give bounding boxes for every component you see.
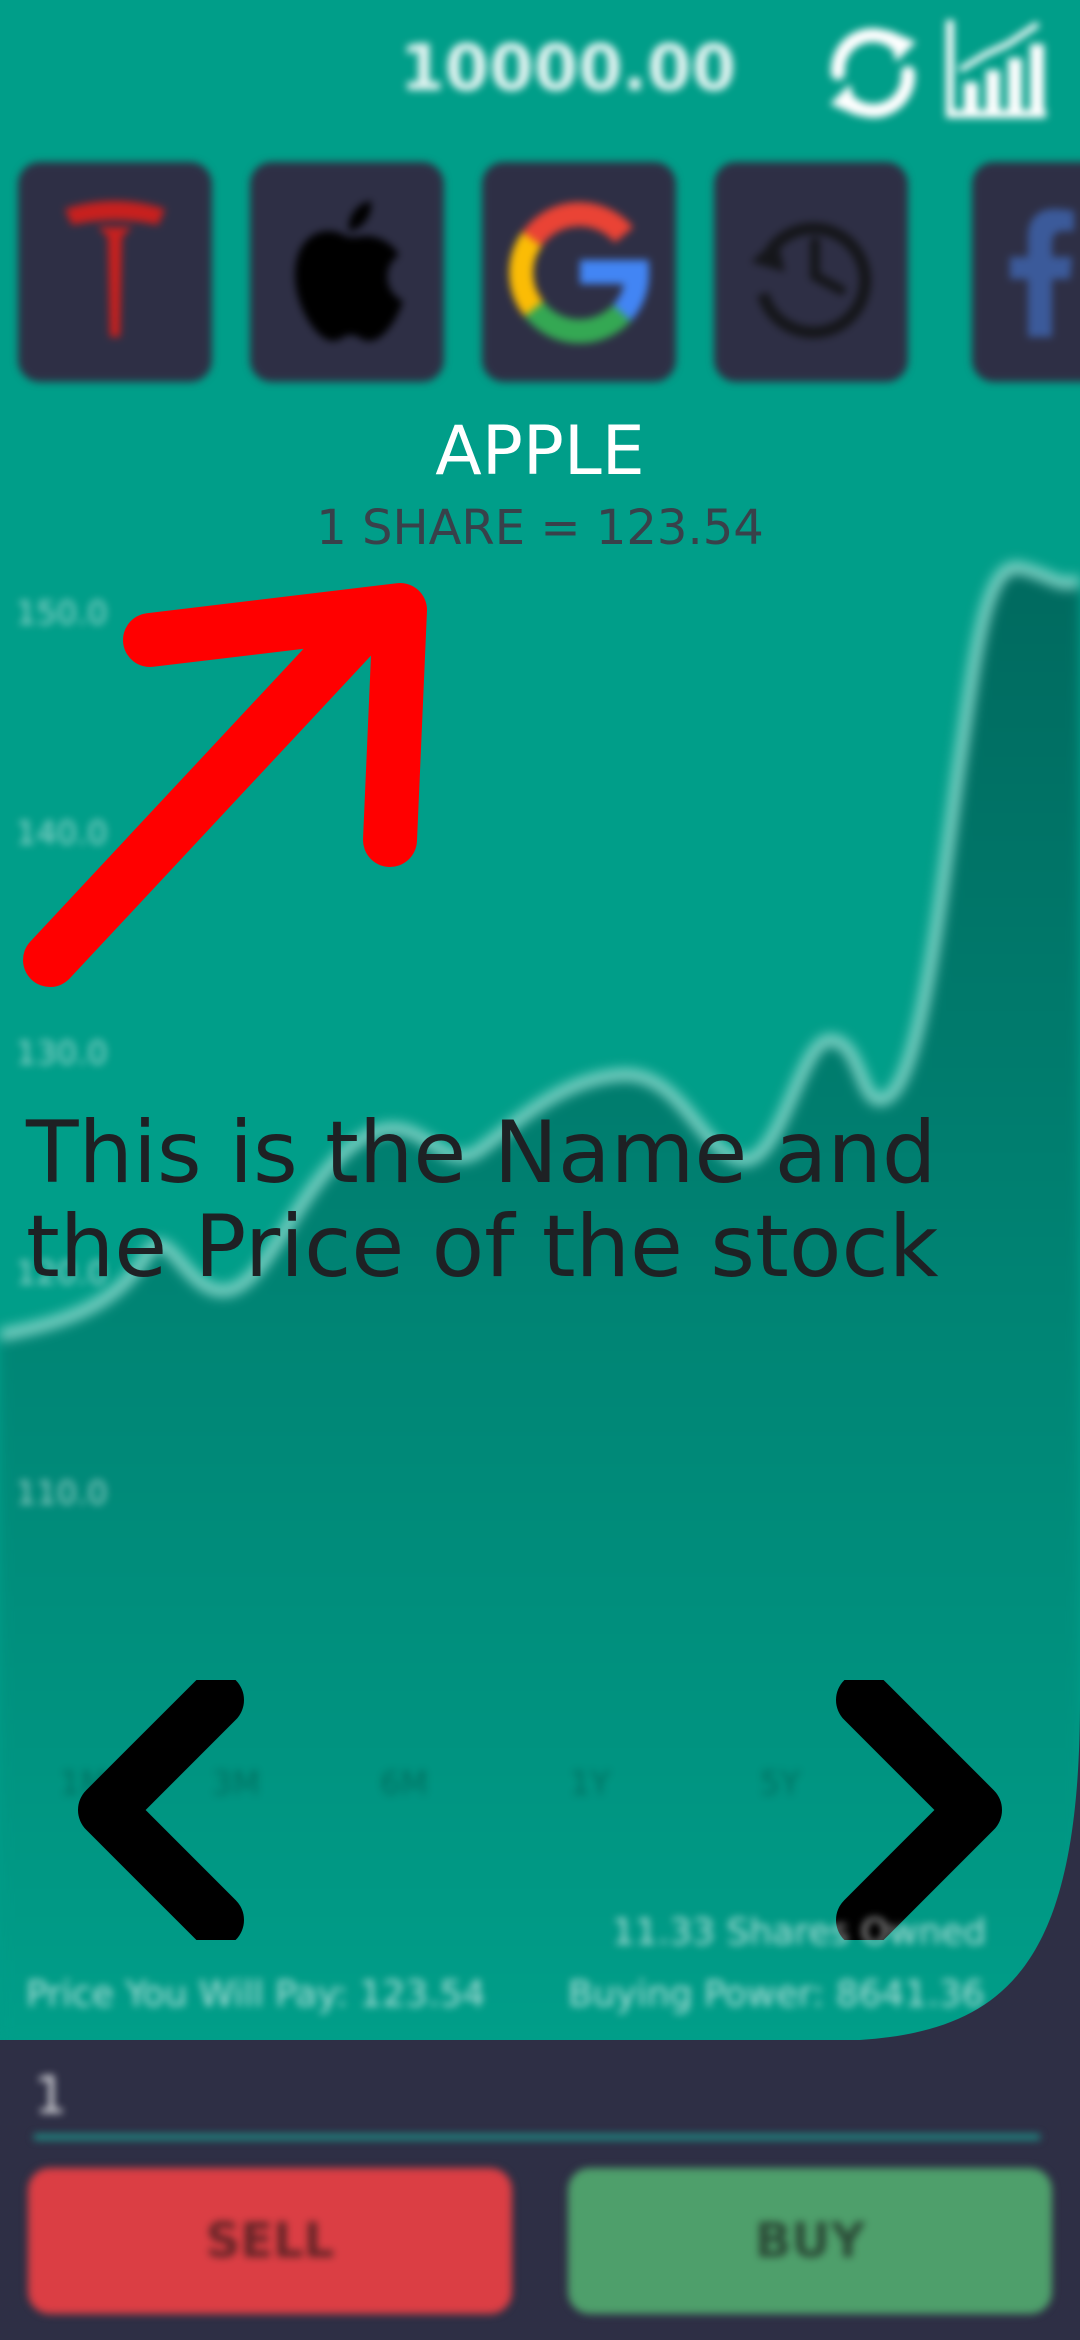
tutorial-annotation: This is the Name and the Price of the st… <box>26 1103 939 1297</box>
sell-button[interactable]: SELL <box>28 2168 512 2314</box>
stock-tile-tesla[interactable] <box>18 162 212 382</box>
account-balance: 10000.00 <box>400 32 737 106</box>
stock-tile-facebook[interactable] <box>972 162 1080 382</box>
apple-logo-icon <box>295 201 403 341</box>
history-icon <box>751 222 872 339</box>
tesla-logo-icon <box>65 201 165 337</box>
stock-name: APPLE <box>435 412 645 491</box>
y-tick: 130.0 <box>16 1034 108 1072</box>
refresh-icon[interactable] <box>818 18 928 128</box>
stock-tile-apple[interactable] <box>250 162 444 382</box>
stats-chart-icon[interactable] <box>942 14 1052 124</box>
google-logo-icon <box>509 202 650 344</box>
stock-selector <box>0 162 1080 392</box>
y-tick: 110.0 <box>16 1474 108 1512</box>
stock-tile-google[interactable] <box>482 162 676 382</box>
facebook-logo-icon <box>1010 209 1074 337</box>
annotation-arrow-icon <box>23 583 427 987</box>
quantity-input[interactable] <box>34 2058 1040 2140</box>
panel-curve <box>860 1700 1080 2040</box>
buy-button[interactable]: BUY <box>568 2168 1052 2314</box>
stock-tile-history[interactable] <box>714 162 908 382</box>
